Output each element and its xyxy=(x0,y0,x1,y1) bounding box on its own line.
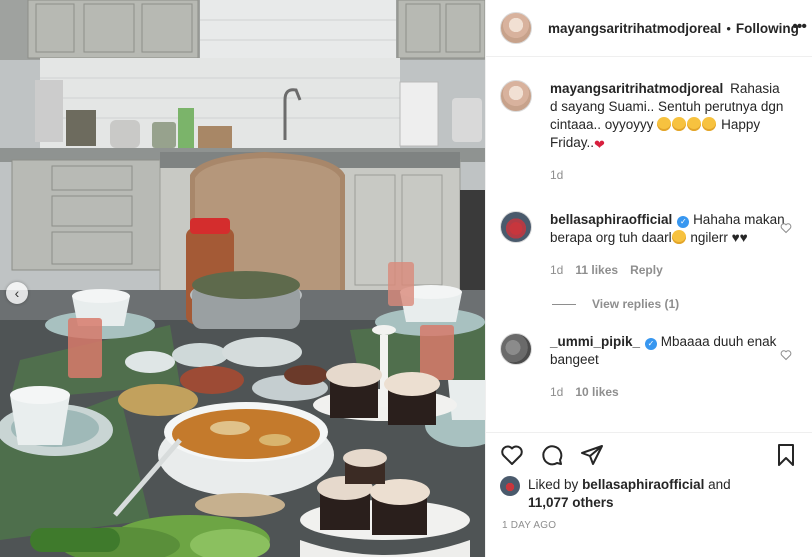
emoji-icon xyxy=(702,117,717,131)
comments-list[interactable]: mayangsaritrihatmodjoreal Rahasia d saya… xyxy=(486,58,812,430)
bookmark-icon[interactable] xyxy=(774,443,798,467)
commenter-avatar[interactable] xyxy=(500,211,532,243)
liked-by-others[interactable]: 11,077 others xyxy=(528,495,614,510)
heart-icon[interactable] xyxy=(500,443,524,467)
paper-plane-icon[interactable] xyxy=(580,443,604,467)
comment-author[interactable]: bellasaphiraofficial xyxy=(550,212,672,227)
comment-text-end: ngilerr ♥♥ xyxy=(690,230,748,245)
following-button[interactable]: Following xyxy=(736,21,799,36)
post-timestamp[interactable]: 1 DAY AGO xyxy=(502,520,556,531)
comment-time[interactable]: 1d xyxy=(550,383,563,401)
author-username[interactable]: mayangsaritrihatmodjoreal xyxy=(548,21,721,36)
emoji-icon xyxy=(672,117,687,131)
caption-avatar[interactable] xyxy=(500,80,532,112)
separator-dot: • xyxy=(726,20,731,36)
caption-meta: 1d xyxy=(550,166,786,184)
comment-bubble-icon[interactable] xyxy=(540,443,564,467)
emoji-icon xyxy=(657,117,672,131)
heart-emoji-icon: ❤ xyxy=(594,137,605,152)
comment-author[interactable]: _ummi_pipik_ xyxy=(550,334,640,349)
food-table-image xyxy=(0,0,485,557)
replies-divider xyxy=(552,303,576,305)
chevron-left-icon: ‹ xyxy=(14,284,20,301)
comment-item: bellasaphiraofficial ✓ Hahaha makan berap… xyxy=(500,184,798,279)
post-header: mayangsaritrihatmodjoreal • Following ••… xyxy=(486,0,812,57)
author-avatar[interactable] xyxy=(500,12,532,44)
previous-photo-button[interactable]: ‹ xyxy=(6,282,28,304)
comment-like-heart-icon[interactable] xyxy=(780,349,792,361)
comment-likes[interactable]: 11 likes xyxy=(575,261,618,279)
comment-item: _ummi_pipik_ ✓ Mbaaaa duuh enak bangeet 1… xyxy=(500,311,798,401)
commenter-avatar[interactable] xyxy=(500,333,532,365)
comment-like-heart-icon[interactable] xyxy=(780,222,792,234)
liked-by-prefix: Liked by xyxy=(528,477,579,492)
view-replies-label: View replies (1) xyxy=(592,297,680,311)
liked-by-user[interactable]: bellasaphiraofficial xyxy=(582,477,704,492)
likes-summary: Liked by bellasaphiraofficial and 11,077… xyxy=(500,476,802,512)
caption-author[interactable]: mayangsaritrihatmodjoreal xyxy=(550,81,723,96)
post-side-panel: mayangsaritrihatmodjoreal • Following ••… xyxy=(485,0,812,557)
view-replies-button[interactable]: View replies (1) xyxy=(552,297,798,311)
caption: mayangsaritrihatmodjoreal Rahasia d saya… xyxy=(500,58,798,184)
caption-time[interactable]: 1d xyxy=(550,166,563,184)
verified-badge-icon: ✓ xyxy=(677,216,690,228)
post-photo[interactable]: ‹ xyxy=(0,0,485,557)
comment-time[interactable]: 1d xyxy=(550,261,563,279)
more-options-icon[interactable]: ••• xyxy=(792,18,807,36)
comment-meta: 1d 11 likes Reply xyxy=(550,261,786,279)
comment-meta: 1d 10 likes xyxy=(550,383,786,401)
liker-avatar[interactable] xyxy=(500,476,520,496)
verified-badge-icon: ✓ xyxy=(645,338,658,350)
comment-likes[interactable]: 10 likes xyxy=(575,383,618,401)
emoji-icon xyxy=(687,117,702,131)
liked-by-and: and xyxy=(708,477,731,492)
reply-button[interactable]: Reply xyxy=(630,261,663,279)
action-bar xyxy=(486,432,812,476)
emoji-icon xyxy=(671,230,686,244)
